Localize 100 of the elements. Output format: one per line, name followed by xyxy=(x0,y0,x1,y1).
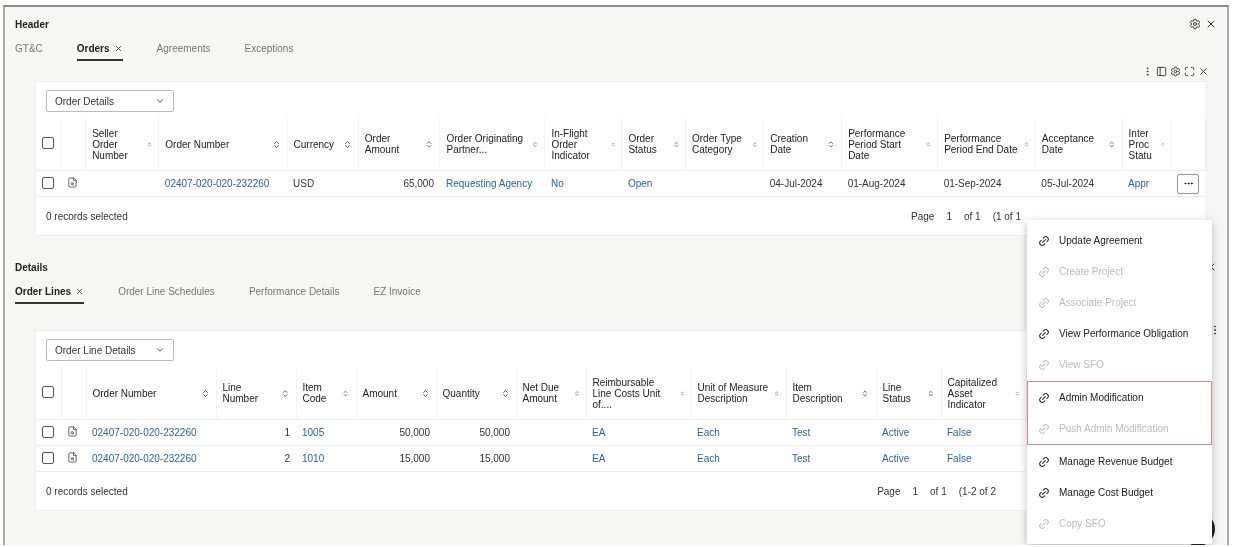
row-checkbox[interactable] xyxy=(42,425,54,438)
column-header[interactable]: Amount xyxy=(362,387,397,399)
document-icon[interactable] xyxy=(66,177,78,188)
sort-icon[interactable] xyxy=(271,139,281,149)
menu-item[interactable]: Admin Modification xyxy=(1028,382,1211,413)
settings-icon[interactable] xyxy=(1170,65,1181,77)
table-cell: 15,000 xyxy=(399,453,430,464)
tab[interactable]: GT&C xyxy=(15,37,43,61)
column-header[interactable]: Order Status xyxy=(628,133,669,155)
sort-icon[interactable] xyxy=(200,388,210,398)
table-link[interactable]: Each xyxy=(697,453,720,464)
tab[interactable]: Performance Details xyxy=(248,280,340,304)
table-link[interactable]: Requesting Agency xyxy=(445,178,533,189)
sort-icon[interactable] xyxy=(861,388,870,398)
table-cell: 05-Jul-2024 xyxy=(1041,178,1095,189)
tab[interactable]: Exceptions xyxy=(244,37,294,61)
table-link[interactable]: 1005 xyxy=(302,427,325,438)
menu-item[interactable]: Manage Revenue Budget xyxy=(1028,446,1211,477)
expand-icon[interactable] xyxy=(1184,65,1195,77)
more-button[interactable] xyxy=(1177,173,1200,194)
settings-icon[interactable] xyxy=(1189,18,1201,30)
menu-item[interactable]: Manage Cost Budget xyxy=(1028,477,1211,508)
table-link[interactable]: Test xyxy=(792,453,811,464)
sort-icon[interactable] xyxy=(342,139,352,149)
table-link[interactable]: 1010 xyxy=(302,453,325,464)
column-header[interactable]: Line Number xyxy=(222,382,277,404)
table-link[interactable]: False xyxy=(947,453,972,464)
column-header[interactable]: Performance Period End Date xyxy=(944,133,1020,155)
table-link[interactable]: 02407-020-020-232260 xyxy=(92,427,197,438)
sort-icon[interactable] xyxy=(420,388,430,398)
panel-icon[interactable] xyxy=(1156,65,1167,77)
column-header[interactable]: Order Number xyxy=(92,387,157,399)
tab[interactable]: EZ Invoice xyxy=(373,280,421,304)
close-icon[interactable] xyxy=(1198,65,1209,77)
column-header[interactable]: Order Type Category xyxy=(692,133,748,155)
column-header[interactable]: Order Number xyxy=(165,138,230,150)
tab[interactable]: Order Line Schedules xyxy=(118,280,215,304)
row-checkbox[interactable] xyxy=(42,451,54,464)
close-icon[interactable] xyxy=(113,43,123,53)
sort-icon[interactable] xyxy=(425,139,434,149)
column-header[interactable]: Acceptance Date xyxy=(1041,133,1105,155)
page-number[interactable]: 1 xyxy=(946,210,952,222)
column-header[interactable]: Capitalized Asset Indicator xyxy=(947,376,1011,410)
tab[interactable]: Order Lines xyxy=(15,280,85,304)
view-select[interactable]: Order Details xyxy=(46,90,174,112)
column-header[interactable]: In-Flight Order Indicator xyxy=(551,127,607,161)
table-link[interactable]: False xyxy=(947,427,972,438)
page-total: of 1 xyxy=(930,485,947,497)
column-header[interactable]: Order Amount xyxy=(364,133,422,155)
table-link[interactable]: 02407-020-020-232260 xyxy=(164,178,270,189)
column-header[interactable]: Item Code xyxy=(302,382,339,404)
table-link[interactable]: Active xyxy=(882,427,910,438)
table-cell: 50,000 xyxy=(479,427,510,438)
table-cell: 50,000 xyxy=(399,427,430,438)
select-all-checkbox[interactable] xyxy=(42,137,54,149)
close-icon[interactable] xyxy=(1205,18,1217,30)
section-title: Header xyxy=(15,18,49,30)
column-header[interactable]: Quantity xyxy=(442,387,480,399)
column-header[interactable]: Line Status xyxy=(882,382,924,404)
table-link[interactable]: EA xyxy=(592,427,606,438)
sort-icon[interactable] xyxy=(827,139,836,149)
document-icon[interactable] xyxy=(67,452,78,463)
view-select[interactable]: Order Line Details xyxy=(46,339,174,361)
table-link[interactable]: Active xyxy=(882,453,910,464)
menu-item[interactable]: Update Agreement xyxy=(1028,225,1211,256)
row-checkbox[interactable] xyxy=(42,176,54,189)
table-link[interactable]: 02407-020-020-232260 xyxy=(92,453,197,464)
column-header[interactable]: Performance Period Start Date xyxy=(848,127,923,161)
selection-count: 0 records selected xyxy=(46,485,128,497)
table-link[interactable]: Test xyxy=(792,427,811,438)
tab[interactable]: Orders xyxy=(76,37,123,61)
column-header[interactable]: Unit of Measure Description xyxy=(697,382,771,404)
record-range: (1-2 of 2 xyxy=(958,485,996,497)
column-header[interactable]: Creation Date xyxy=(770,133,824,155)
menu-item[interactable]: View Performance Obligation xyxy=(1028,318,1211,349)
sort-icon[interactable] xyxy=(280,388,290,398)
table-cell: 01-Sep-2024 xyxy=(943,178,1002,189)
table-cell: USD xyxy=(293,178,315,189)
tab[interactable]: Agreements xyxy=(156,37,211,61)
page-label: Page xyxy=(877,485,901,497)
table-link[interactable]: Appr xyxy=(1128,178,1150,189)
selection-count: 0 records selected xyxy=(46,210,128,222)
table-link[interactable]: No xyxy=(550,178,564,189)
column-header[interactable]: Seller Order Number xyxy=(92,127,144,161)
column-header[interactable]: Reimbursable Line Costs Unit of.... xyxy=(592,376,676,410)
column-header[interactable]: Order Originating Partner... xyxy=(446,133,529,155)
column-header[interactable]: Item Description xyxy=(792,382,858,404)
document-icon[interactable] xyxy=(67,426,78,437)
table-cell: 2 xyxy=(284,453,290,464)
select-all-checkbox[interactable] xyxy=(42,386,54,398)
table-link[interactable]: Open xyxy=(627,178,653,189)
table-link[interactable]: Each xyxy=(697,427,720,438)
column-header[interactable]: Inter Proc Statu xyxy=(1128,127,1158,161)
sort-icon[interactable] xyxy=(500,388,510,398)
close-icon[interactable] xyxy=(75,286,85,296)
table-link[interactable]: EA xyxy=(592,453,606,464)
column-header[interactable]: Net Due Amount xyxy=(522,382,570,404)
column-header[interactable]: Currency xyxy=(293,138,335,150)
page-number[interactable]: 1 xyxy=(912,485,919,497)
table-cell: 01-Aug-2024 xyxy=(847,178,906,189)
